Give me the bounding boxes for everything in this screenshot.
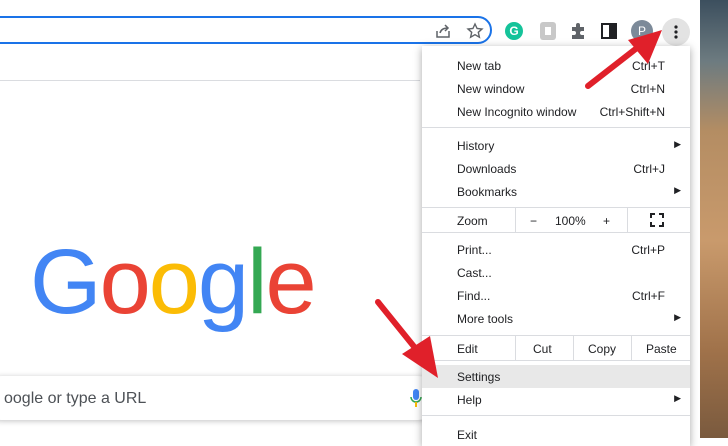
edit-separator	[573, 336, 574, 360]
edit-row: Edit Cut Copy Paste	[422, 336, 690, 360]
menu-label: New Incognito window	[457, 105, 577, 119]
menu-shortcut: Ctrl+J	[633, 162, 665, 176]
share-icon[interactable]	[434, 22, 452, 40]
menu-item-downloads[interactable]: Downloads Ctrl+J	[422, 157, 690, 180]
logo-letter: o	[99, 231, 151, 333]
menu-divider	[422, 232, 690, 233]
zoom-in-button[interactable]: +	[603, 214, 610, 228]
logo-letter: G	[30, 231, 102, 333]
menu-item-print[interactable]: Print... Ctrl+P	[422, 238, 690, 261]
edit-separator	[631, 336, 632, 360]
zoom-separator	[627, 208, 628, 232]
menu-item-bookmarks[interactable]: Bookmarks ▶	[422, 180, 690, 203]
microphone-icon[interactable]	[410, 388, 422, 408]
fullscreen-icon[interactable]	[650, 213, 664, 227]
menu-label: Settings	[457, 370, 501, 384]
zoom-out-button[interactable]: −	[530, 214, 537, 228]
google-logo: Google	[30, 231, 317, 333]
toolbar-divider	[0, 80, 420, 81]
copy-button[interactable]: Copy	[588, 342, 616, 356]
menu-item-exit[interactable]: Exit	[422, 423, 690, 446]
menu-item-cast[interactable]: Cast...	[422, 261, 690, 284]
menu-label: Bookmarks	[457, 185, 518, 199]
submenu-arrow-icon: ▶	[674, 139, 681, 149]
edit-label: Edit	[457, 342, 478, 356]
zoom-row: Zoom − 100% +	[422, 208, 690, 232]
logo-letter: e	[265, 231, 317, 333]
logo-letter: g	[197, 231, 249, 333]
zoom-level: 100%	[555, 214, 586, 228]
menu-item-help[interactable]: Help ▶	[422, 388, 690, 411]
desktop-wallpaper	[700, 0, 728, 438]
search-placeholder: oogle or type a URL	[4, 390, 147, 407]
menu-item-new-incognito[interactable]: New Incognito window Ctrl+Shift+N	[422, 100, 690, 123]
menu-item-history[interactable]: History ▶	[422, 134, 690, 157]
menu-shortcut: Ctrl+P	[631, 243, 665, 257]
annotation-arrow-top	[585, 30, 662, 89]
menu-label: More tools	[457, 312, 514, 326]
chrome-main-menu: New tab Ctrl+T New window Ctrl+N New Inc…	[422, 46, 690, 446]
annotation-arrow-settings	[375, 299, 438, 378]
paste-button[interactable]: Paste	[646, 342, 677, 356]
cut-button[interactable]: Cut	[533, 342, 552, 356]
grammarly-extension-icon[interactable]: G	[505, 22, 523, 40]
edit-separator	[515, 336, 516, 360]
zoom-separator	[515, 208, 516, 232]
submenu-arrow-icon: ▶	[674, 393, 681, 403]
menu-label: Find...	[457, 289, 491, 303]
menu-shortcut: Ctrl+Shift+N	[599, 105, 665, 119]
three-dot-menu-icon	[674, 25, 678, 39]
menu-item-settings[interactable]: Settings	[422, 365, 690, 388]
menu-divider	[422, 415, 690, 416]
menu-label: Downloads	[457, 162, 517, 176]
logo-letter: l	[247, 231, 268, 333]
menu-item-more-tools[interactable]: More tools ▶	[422, 307, 690, 330]
menu-divider	[422, 360, 690, 361]
address-bar[interactable]	[0, 16, 492, 44]
menu-shortcut: Ctrl+F	[632, 289, 665, 303]
submenu-arrow-icon: ▶	[674, 185, 681, 195]
menu-label: Help	[457, 393, 482, 407]
submenu-arrow-icon: ▶	[674, 312, 681, 322]
logo-letter: o	[148, 231, 200, 333]
menu-label: New window	[457, 82, 525, 96]
menu-label: Print...	[457, 243, 492, 257]
extension-icon[interactable]	[537, 20, 559, 42]
menu-label: Cast...	[457, 266, 492, 280]
menu-item-find[interactable]: Find... Ctrl+F	[422, 284, 690, 307]
menu-label: History	[457, 139, 495, 153]
menu-divider	[422, 127, 690, 128]
bookmark-star-icon[interactable]	[466, 22, 484, 40]
menu-label: Exit	[457, 428, 478, 442]
zoom-label: Zoom	[457, 214, 488, 228]
menu-label: New tab	[457, 59, 502, 73]
